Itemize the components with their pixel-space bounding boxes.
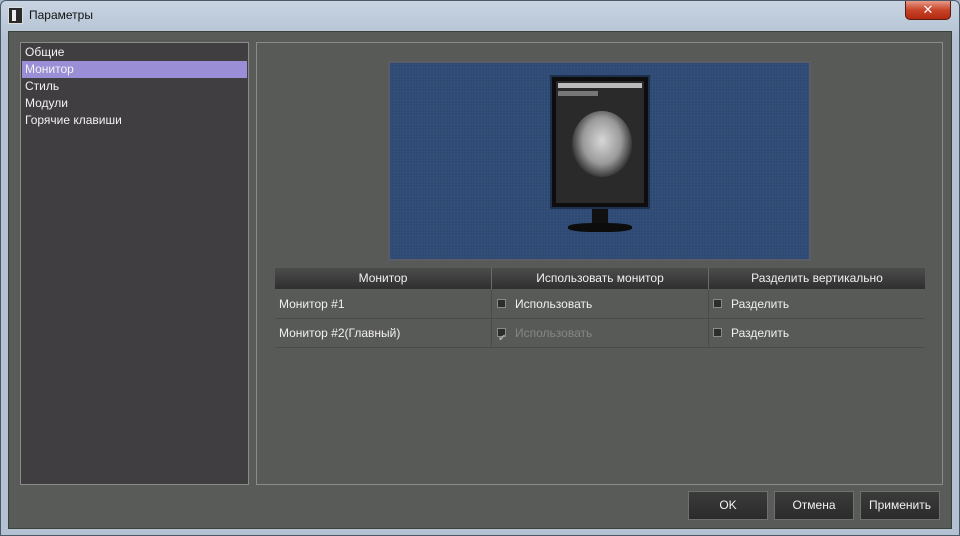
use-monitor-checkbox[interactable] [497,299,506,309]
settings-window: Параметры ✕ Общие Монитор Стиль Модули Г… [0,0,960,536]
column-header-split[interactable]: Разделить вертикально [709,268,925,289]
use-monitor-label: Использовать [515,326,593,340]
window-title: Параметры [29,8,93,22]
split-vertical-label[interactable]: Разделить [731,326,789,340]
monitor-name: Монитор #2(Главный) [275,319,492,348]
monitor-preview [388,61,811,261]
nav-item-monitor[interactable]: Монитор [22,61,247,78]
nav-item-hotkeys[interactable]: Горячие клавиши [22,112,247,129]
use-monitor-label[interactable]: Использовать [515,297,592,311]
split-vertical-cell: Разделить [709,319,925,348]
column-header-monitor[interactable]: Монитор [275,268,492,289]
table-row: Монитор #2(Главный) Использовать Раздели… [275,319,925,353]
close-icon: ✕ [922,2,934,17]
column-header-use[interactable]: Использовать монитор [492,268,709,289]
table-header: Монитор Использовать монитор Разделить в… [275,268,925,289]
monitor-name: Монитор #1 [275,290,492,319]
nav-item-style[interactable]: Стиль [22,78,247,95]
split-vertical-checkbox[interactable] [713,328,722,338]
table-row: Монитор #1 Использовать Разделить [275,290,925,319]
monitor-settings-panel: Монитор Использовать монитор Разделить в… [256,42,943,485]
apply-button[interactable]: Применить [860,491,940,520]
category-list: Общие Монитор Стиль Модули Горячие клави… [20,42,249,485]
monitor-icon [550,75,650,209]
ok-button[interactable]: OK [688,491,768,520]
split-vertical-cell: Разделить [709,290,925,319]
monitor-base [568,223,632,232]
use-monitor-checkbox [497,324,506,353]
dialog-body: Общие Монитор Стиль Модули Горячие клави… [8,31,952,529]
nav-item-general[interactable]: Общие [22,44,247,61]
monitor-screen-image [556,81,644,203]
app-icon [8,7,23,24]
split-vertical-checkbox[interactable] [713,299,722,309]
split-vertical-label[interactable]: Разделить [731,297,789,311]
mammogram-thumbnail [572,111,632,177]
use-monitor-cell: Использовать [492,319,709,353]
cancel-button[interactable]: Отмена [774,491,854,520]
close-button[interactable]: ✕ [905,1,951,20]
use-monitor-cell: Использовать [492,290,709,319]
nav-item-modules[interactable]: Модули [22,95,247,112]
title-bar[interactable]: Параметры ✕ [1,1,959,31]
